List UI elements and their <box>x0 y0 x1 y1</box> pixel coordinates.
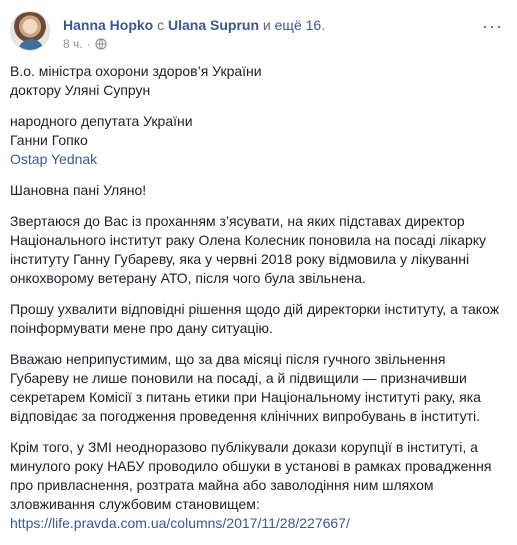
greeting: Шановна пані Уляно! <box>10 182 147 198</box>
post-title: Hanna Hopko с Ulana Suprun и ещё 16. <box>63 16 325 34</box>
text-line: минулого року НАБУ проводило обшуки в ус… <box>10 458 492 474</box>
with-text: с <box>153 17 169 33</box>
more-options-icon[interactable]: ··· <box>482 16 503 37</box>
paragraph-1: Звертаюся до Вас із проханням з’ясувати,… <box>10 212 507 288</box>
paragraph-3: Вважаю неприпустимим, що за два місяці п… <box>10 350 507 426</box>
address-line: В.о. міністра охорони здоров’я України <box>10 63 262 79</box>
paragraph-2: Прошу ухвалити відповідні рішення щодо д… <box>10 300 507 338</box>
article-link[interactable]: https://life.pravda.com.ua/columns/2017/… <box>10 514 507 533</box>
text-line: зловживання службовим становищем: <box>10 496 260 512</box>
paragraph-4: Крім того, у ЗМІ неодноразово публікувал… <box>10 438 507 533</box>
text-line: Губареву не лише поновили на посаді, а й… <box>10 370 467 386</box>
author-name[interactable]: Hanna Hopko <box>63 17 153 33</box>
text-line: Звертаюся до Вас із проханням з’ясувати,… <box>10 213 465 229</box>
post-time[interactable]: 8 ч. <box>63 36 83 52</box>
text-line: онкохворому ветерану АТО, після чого бул… <box>10 270 366 286</box>
post-meta: 8 ч. · <box>63 36 107 52</box>
mention-link[interactable]: Ostap Yednak <box>10 150 507 169</box>
text-line: про привласнення, розтрата майна або зав… <box>10 477 434 493</box>
facebook-post: Hanna Hopko с Ulana Suprun и ещё 16. 8 ч… <box>0 0 517 531</box>
more-tagged-link[interactable]: ещё 16 <box>275 17 322 33</box>
text-line: секретарем Комісії з питань етики при На… <box>10 389 481 405</box>
author-avatar[interactable] <box>10 11 50 51</box>
globe-icon[interactable] <box>94 38 107 50</box>
sender-block: народного депутата України Ганни Гопко O… <box>10 112 507 169</box>
text-line: відповідає за погодження проведення клін… <box>10 408 481 424</box>
sender-line: Ганни Гопко <box>10 132 88 148</box>
sender-line: народного депутата України <box>10 113 193 129</box>
period-text: . <box>321 17 326 33</box>
address-block: В.о. міністра охорони здоров’я України д… <box>10 62 507 100</box>
text-line: Національного інститут раку Олена Колесн… <box>10 232 487 248</box>
text-line: Крім того, у ЗМІ неодноразово публікувал… <box>10 439 478 455</box>
tagged-user[interactable]: Ulana Suprun <box>168 17 259 33</box>
text-line: Вважаю неприпустимим, що за два місяці п… <box>10 351 446 367</box>
address-line: доктору Уляні Супрун <box>10 82 151 98</box>
text-line: поінформувати мене про дану ситуацію. <box>10 320 273 336</box>
text-line: інституту Ганну Губареву, яка у червні 2… <box>10 251 470 267</box>
text-line: Прошу ухвалити відповідні рішення щодо д… <box>10 301 500 317</box>
post-header: Hanna Hopko с Ulana Suprun и ещё 16. 8 ч… <box>10 8 507 58</box>
separator-dot: · <box>86 37 91 51</box>
and-text: и <box>259 17 275 33</box>
post-body: В.о. міністра охорони здоров’я України д… <box>10 62 507 545</box>
